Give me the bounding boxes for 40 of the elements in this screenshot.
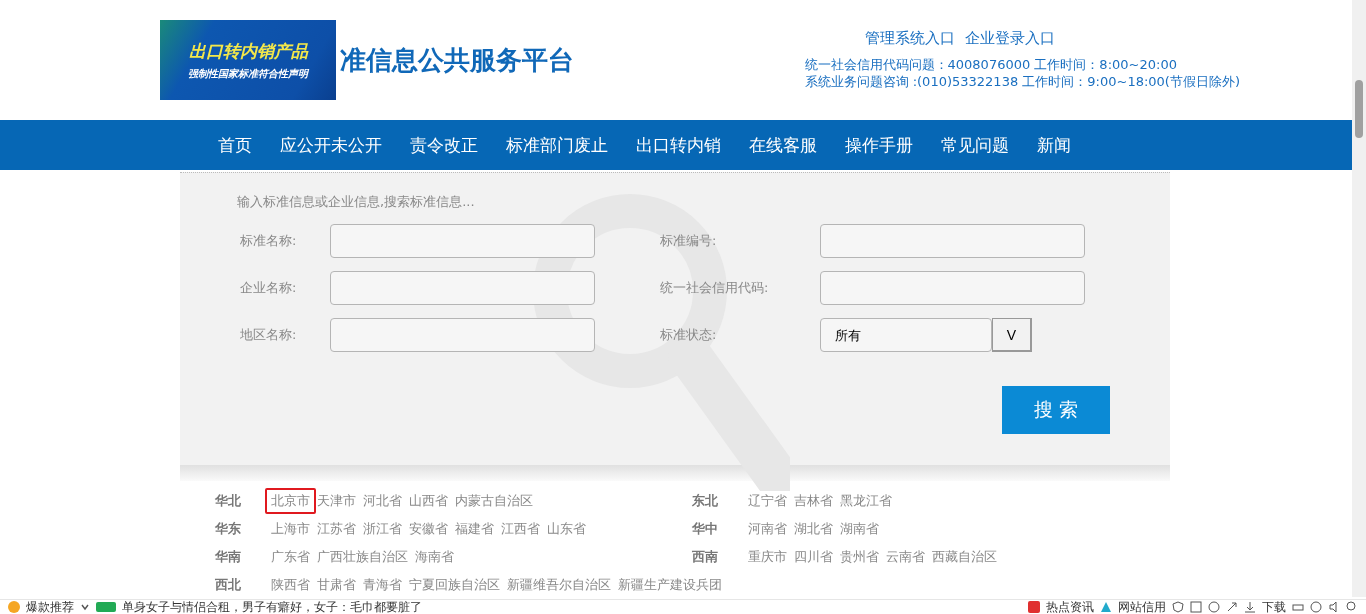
header-link[interactable]: 管理系统入口 — [864, 29, 955, 48]
contact-info: 系统业务问题咨询 :(010)53322138 工作时间：9:00~18:00(节假日除外) — [804, 73, 1240, 90]
status-item[interactable]: 下载 — [1262, 598, 1286, 614]
nav-item[interactable]: 操作手册 — [845, 133, 913, 157]
contact-info: 统一社会信用代码问题：4008076000 工作时间：8:00~20:00 — [804, 56, 1177, 73]
field-label: 标准编号: — [659, 232, 718, 250]
field-label: 地区名称: — [239, 326, 298, 344]
region-label: 华南 — [215, 549, 242, 565]
field-label: 标准名称: — [239, 232, 298, 250]
field-label: 标准状态: — [659, 326, 718, 344]
region-label: 西北 — [215, 577, 242, 593]
nav-item[interactable]: 出口转内销 — [636, 133, 721, 157]
dropdown-button[interactable]: V — [992, 318, 1032, 352]
nav-item[interactable]: 应公开未公开 — [280, 133, 382, 157]
status-item[interactable]: 爆款推荐 — [26, 598, 74, 614]
region-label: 华北 — [215, 493, 242, 509]
nav-item[interactable]: 新闻 — [1037, 133, 1071, 157]
region-label: 东北 — [692, 493, 719, 509]
logo-title: 出口转内销产品 — [188, 39, 308, 63]
header-link[interactable]: 企业登录入口 — [964, 29, 1055, 48]
nav-item[interactable]: 常见问题 — [941, 133, 1009, 157]
news-ticker[interactable]: 单身女子与情侣合租，男子有癖好，女子：毛巾都要脏了 — [122, 598, 422, 614]
region-link[interactable]: 北京市 — [265, 488, 316, 514]
logo-banner[interactable]: 出口转内销产品 强制性国家标准符合性声明 — [160, 20, 336, 100]
status-item[interactable]: 热点资讯 — [1046, 598, 1094, 614]
nav-item[interactable]: 首页 — [218, 133, 252, 157]
region-label: 华东 — [215, 521, 242, 537]
status-select[interactable]: 所有 — [820, 318, 992, 352]
logo-subtitle: 强制性国家标准符合性声明 — [188, 66, 308, 81]
field-label: 企业名称: — [239, 279, 298, 297]
status-item[interactable]: 网站信用 — [1118, 598, 1166, 614]
nav-item[interactable]: 责令改正 — [410, 133, 478, 157]
nav-item[interactable]: 在线客服 — [749, 133, 817, 157]
search-button[interactable]: 搜 索 — [1002, 386, 1110, 434]
region-label: 华中 — [692, 521, 719, 537]
field-label: 统一社会信用代码: — [659, 279, 770, 297]
search-hint: 输入标准信息或企业信息,搜索标准信息... — [237, 193, 475, 211]
site-title: 准信息公共服务平台 — [340, 43, 574, 77]
region-label: 西南 — [692, 549, 719, 565]
nav-item[interactable]: 标准部门废止 — [506, 133, 608, 157]
